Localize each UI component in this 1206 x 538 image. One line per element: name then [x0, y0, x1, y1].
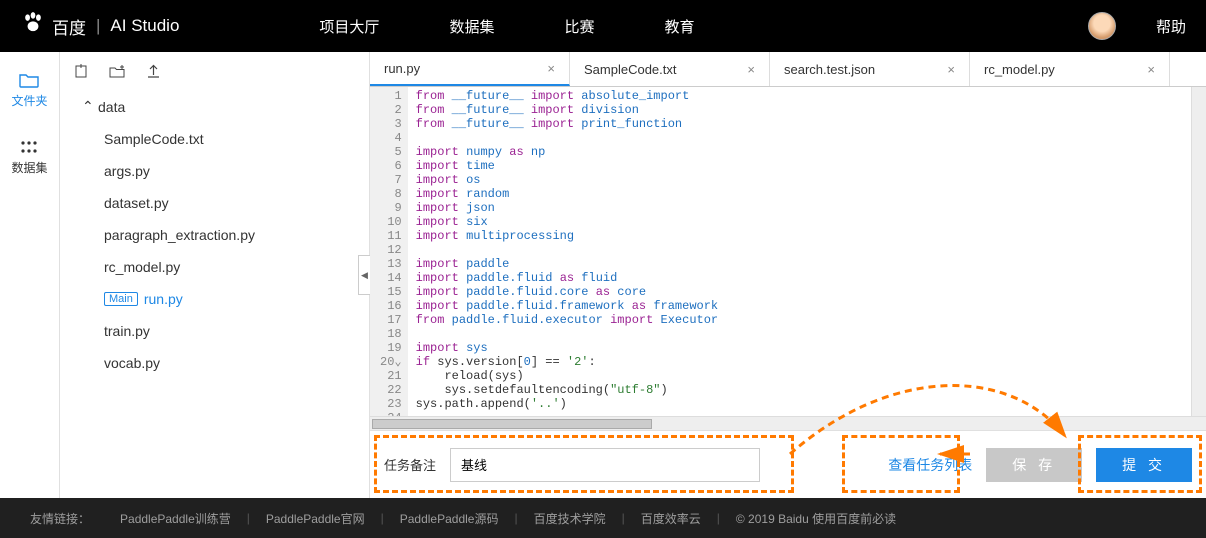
tab-runpy[interactable]: run.py × — [370, 52, 570, 86]
tree-item-label: vocab.py — [104, 355, 160, 371]
footer-label: 友情链接： — [30, 510, 90, 527]
line-gutter: 1234567891011121314151617181920⌄21222324 — [370, 87, 408, 416]
tree-item[interactable]: SampleCode.txt — [82, 123, 369, 155]
brand-cn: 百度 — [52, 14, 86, 39]
tab-label: rc_model.py — [984, 62, 1055, 77]
paw-icon — [20, 10, 46, 42]
footer-copyright: © 2019 Baidu 使用百度前必读 — [736, 510, 896, 527]
tree-item[interactable]: paragraph_extraction.py — [82, 219, 369, 251]
tree-item-label: train.py — [104, 323, 150, 339]
close-icon[interactable]: × — [547, 61, 555, 76]
top-nav: 百度 | AI Studio 项目大厅 数据集 比赛 教育 帮助 — [0, 0, 1206, 52]
tree-item-label: run.py — [144, 291, 183, 307]
chevron-down-icon: ⌃ — [82, 98, 92, 115]
task-note-label: 任务备注 — [384, 455, 436, 474]
close-icon[interactable]: × — [947, 62, 955, 77]
save-button[interactable]: 保 存 — [986, 448, 1082, 482]
tree-item[interactable]: rc_model.py — [82, 251, 369, 283]
brand-logo[interactable]: 百度 | AI Studio — [20, 10, 179, 42]
editor-tabs: run.py × SampleCode.txt × search.test.js… — [370, 52, 1206, 87]
left-rail: 文件夹 数据集 — [0, 52, 60, 498]
view-task-list-link[interactable]: 查看任务列表 — [888, 455, 972, 475]
horizontal-scrollbar[interactable] — [370, 416, 1206, 430]
tree-item-label: paragraph_extraction.py — [104, 227, 255, 243]
panel-collapse-handle[interactable]: ◀ — [358, 255, 370, 295]
close-icon[interactable]: × — [1147, 62, 1155, 77]
close-icon[interactable]: × — [747, 62, 755, 77]
rail-datasets-label: 数据集 — [11, 159, 47, 176]
rail-files-label: 文件夹 — [11, 92, 47, 109]
help-link[interactable]: 帮助 — [1156, 16, 1186, 37]
upload-icon[interactable] — [146, 64, 161, 82]
file-tree-panel: ⌃ data SampleCode.txt args.py dataset.py… — [60, 52, 370, 498]
tree-item[interactable]: train.py — [82, 315, 369, 347]
tree-item[interactable]: dataset.py — [82, 187, 369, 219]
tree-item-label: SampleCode.txt — [104, 131, 204, 147]
tree-item[interactable]: vocab.py — [82, 347, 369, 379]
nav-items: 项目大厅 数据集 比赛 教育 — [319, 16, 694, 37]
tab-label: search.test.json — [784, 62, 875, 77]
rail-files[interactable]: 文件夹 — [11, 72, 47, 109]
tab-label: SampleCode.txt — [584, 62, 677, 77]
avatar[interactable] — [1088, 12, 1116, 40]
tree-toolbar — [60, 60, 369, 90]
code-area[interactable]: 1234567891011121314151617181920⌄21222324… — [370, 87, 1206, 416]
nav-datasets[interactable]: 数据集 — [449, 16, 494, 37]
submit-button[interactable]: 提 交 — [1096, 448, 1192, 482]
main-badge: Main — [104, 292, 138, 306]
brand-separator: | — [96, 16, 100, 36]
footer-link[interactable]: 百度效率云 — [641, 510, 701, 527]
tree-item-label: dataset.py — [104, 195, 169, 211]
main-area: 文件夹 数据集 ⌃ data Sa — [0, 52, 1206, 498]
tab-rcmodel[interactable]: rc_model.py × — [970, 52, 1170, 86]
tree-item-label: rc_model.py — [104, 259, 180, 275]
tree-item[interactable]: args.py — [82, 155, 369, 187]
action-bar: 任务备注 查看任务列表 保 存 提 交 — [370, 430, 1206, 498]
footer-link[interactable]: 百度技术学院 — [534, 510, 606, 527]
nav-education[interactable]: 教育 — [664, 16, 694, 37]
tab-label: run.py — [384, 61, 420, 76]
tab-searchtest[interactable]: search.test.json × — [770, 52, 970, 86]
footer-link[interactable]: PaddlePaddle训练营 — [120, 510, 231, 527]
rail-datasets[interactable]: 数据集 — [11, 139, 47, 176]
nav-projects[interactable]: 项目大厅 — [319, 16, 379, 37]
tree-folder-data[interactable]: ⌃ data — [60, 90, 369, 123]
new-file-icon[interactable] — [74, 64, 89, 82]
editor-panel: run.py × SampleCode.txt × search.test.js… — [370, 52, 1206, 498]
footer: 友情链接： PaddlePaddle训练营| PaddlePaddle官网| P… — [0, 498, 1206, 538]
tree-list: ⌃ data SampleCode.txt args.py dataset.py… — [60, 90, 369, 379]
nav-competitions[interactable]: 比赛 — [564, 16, 594, 37]
tree-item-label: args.py — [104, 163, 150, 179]
vertical-scrollbar[interactable] — [1191, 87, 1206, 416]
tree-item-runpy[interactable]: Main run.py — [82, 283, 369, 315]
code-content[interactable]: from __future__ import absolute_importfr… — [408, 87, 1191, 416]
tree-folder-label: data — [98, 99, 125, 115]
grid-icon — [19, 139, 39, 155]
footer-link[interactable]: PaddlePaddle官网 — [266, 510, 365, 527]
new-folder-icon[interactable] — [109, 64, 126, 82]
folder-icon — [19, 72, 39, 88]
tab-samplecode[interactable]: SampleCode.txt × — [570, 52, 770, 86]
footer-link[interactable]: PaddlePaddle源码 — [400, 510, 499, 527]
brand-sub: AI Studio — [110, 16, 179, 36]
scrollbar-thumb[interactable] — [372, 419, 652, 429]
task-note-input[interactable] — [450, 448, 760, 482]
